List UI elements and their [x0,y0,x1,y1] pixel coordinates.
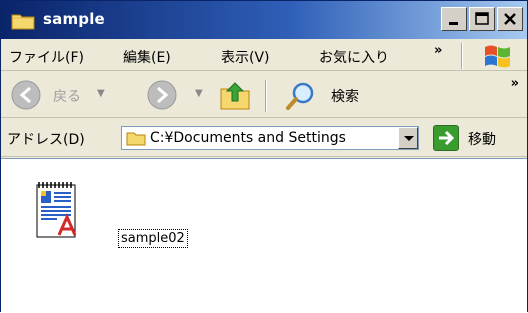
windows-logo-icon [485,45,510,68]
folder-icon [126,132,146,146]
menu-divider [461,43,463,69]
toolbar-separator [265,80,267,112]
back-arrow-icon[interactable] [11,80,41,110]
close-button[interactable] [497,7,523,31]
chevron-down-icon [404,136,414,141]
search-label[interactable]: 検索 [331,86,359,106]
address-bar: アドレス(D) C:¥Documents and Settings 移動 [1,119,527,157]
up-folder-icon[interactable] [219,79,251,111]
go-button[interactable] [433,125,459,151]
close-icon [504,13,516,25]
folder-icon [11,14,35,30]
go-arrow-icon [439,130,455,146]
menu-overflow-chevron[interactable]: » [434,43,442,58]
minimize-button[interactable] [441,7,467,31]
maximize-icon [475,12,489,25]
file-name[interactable]: sample02 [118,229,188,248]
title-bar[interactable]: sample [1,1,527,39]
explorer-window: sample ファイル(F) 編集(E) 表示(V) お気に入り » 戻る ▼ … [0,0,528,313]
go-label[interactable]: 移動 [468,129,496,149]
menu-favorites[interactable]: お気に入り [319,47,389,67]
window-controls [441,7,523,31]
menu-file[interactable]: ファイル(F) [9,47,84,67]
back-dropdown-icon[interactable]: ▼ [97,88,105,99]
address-path[interactable]: C:¥Documents and Settings [150,130,394,148]
wordpad-document-icon[interactable] [29,177,89,247]
window-title: sample [43,10,105,28]
maximize-button[interactable] [469,7,495,31]
forward-dropdown-icon[interactable]: ▼ [195,88,203,99]
menu-bar: ファイル(F) 編集(E) 表示(V) お気に入り » [1,39,527,71]
address-dropdown-button[interactable] [398,127,418,149]
minimize-icon [449,22,458,25]
address-field[interactable]: C:¥Documents and Settings [121,126,419,150]
back-label[interactable]: 戻る [53,86,81,106]
file-list-area[interactable]: sample02 [1,158,527,313]
search-icon[interactable] [285,81,317,111]
menu-view[interactable]: 表示(V) [221,47,270,67]
toolbar: 戻る ▼ ▼ 検索 » [1,72,527,118]
address-label: アドレス(D) [7,132,85,148]
toolbar-overflow-chevron[interactable]: » [511,76,519,91]
menu-edit[interactable]: 編集(E) [123,47,171,67]
forward-arrow-icon[interactable] [147,80,177,110]
